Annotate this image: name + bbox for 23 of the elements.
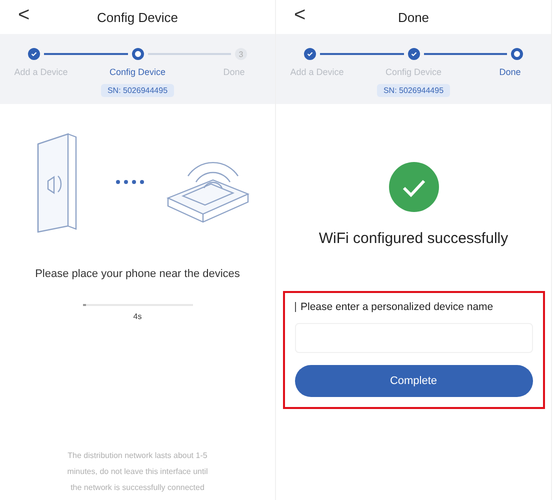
complete-button[interactable]: Complete [294,365,532,397]
countdown-text: 4s [133,312,142,321]
serial-number: SN: 5026944495 [101,84,174,97]
step-label: Config Device [384,67,443,77]
step-label: Add a Device [289,67,345,77]
screen-title: Done [398,10,430,24]
step-label: Done [498,67,522,77]
serial-number: SN: 5026944495 [377,84,450,97]
step-label: Config Device [108,67,167,77]
step-label: Add a Device [13,67,69,77]
check-icon [31,50,37,58]
back-button[interactable]: < [14,4,34,27]
success-message: WiFi configured successfully [318,230,508,247]
screen-title: Config Device [97,10,178,24]
tip-text: The distribution network lasts about 1-5 minutes, do not leave this interface until the network is successfully connected [66,450,209,494]
step-number: 3 [238,50,244,58]
step-label: Done [222,67,246,77]
back-button[interactable]: < [290,4,310,27]
check-icon [307,50,313,58]
field-label: Please enter a personalized device name [300,301,494,313]
check-icon [410,50,416,58]
instruction-text: Please place your phone near the devices [35,268,240,280]
success-check-icon [388,162,438,212]
